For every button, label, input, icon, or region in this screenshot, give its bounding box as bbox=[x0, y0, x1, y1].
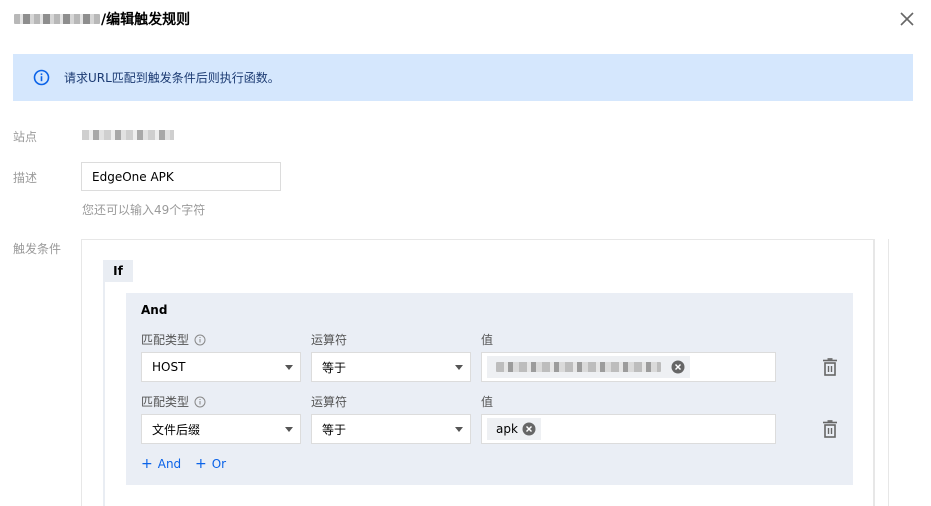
help-icon[interactable] bbox=[194, 396, 206, 408]
match-type-value: 文件后缀 bbox=[152, 422, 201, 437]
match-type-select[interactable]: HOST bbox=[141, 352, 301, 382]
value-input[interactable]: apk bbox=[481, 414, 776, 444]
operator-select[interactable]: 等于 bbox=[311, 352, 471, 382]
dialog-title: /编辑触发规则 bbox=[14, 9, 190, 29]
chevron-down-icon bbox=[455, 427, 463, 432]
dialog-title-text: /编辑触发规则 bbox=[101, 12, 191, 28]
delete-icon[interactable] bbox=[822, 358, 838, 376]
redacted-function-name bbox=[14, 14, 100, 24]
and-title: And bbox=[141, 303, 168, 317]
redacted-host bbox=[496, 362, 661, 372]
add-or-label: Or bbox=[211, 457, 227, 471]
remove-chip-icon[interactable] bbox=[522, 422, 536, 436]
value-chip bbox=[487, 356, 690, 378]
desc-label: 描述 bbox=[13, 171, 38, 185]
add-and-button[interactable]: + And bbox=[141, 456, 181, 472]
desc-hint: 您还可以输入49个字符 bbox=[82, 203, 206, 217]
match-type-label: 匹配类型 bbox=[141, 331, 206, 348]
delete-icon[interactable] bbox=[822, 420, 838, 438]
info-icon bbox=[33, 69, 50, 86]
info-alert: 请求URL匹配到触发条件后则执行函数。 bbox=[13, 54, 913, 101]
chevron-down-icon bbox=[285, 427, 293, 432]
value-chip-text: apk bbox=[496, 422, 518, 436]
chevron-down-icon bbox=[455, 365, 463, 370]
value-input[interactable] bbox=[481, 352, 776, 382]
add-or-button[interactable]: + Or bbox=[195, 456, 226, 472]
operator-label: 运算符 bbox=[311, 395, 348, 409]
operator-select[interactable]: 等于 bbox=[311, 414, 471, 444]
value-label: 值 bbox=[481, 333, 494, 347]
trigger-label: 触发条件 bbox=[13, 242, 62, 256]
value-chip: apk bbox=[487, 418, 541, 440]
chevron-down-icon bbox=[285, 365, 293, 370]
site-label: 站点 bbox=[13, 130, 38, 144]
if-tag: If bbox=[103, 260, 133, 282]
match-type-label-text: 匹配类型 bbox=[141, 395, 190, 409]
operator-label: 运算符 bbox=[311, 333, 348, 347]
match-type-label: 匹配类型 bbox=[141, 393, 206, 410]
plus-icon: + bbox=[141, 456, 153, 472]
condition-scrollbar[interactable] bbox=[874, 239, 889, 506]
add-and-label: And bbox=[157, 457, 182, 471]
match-type-value: HOST bbox=[152, 360, 186, 374]
operator-value: 等于 bbox=[322, 422, 347, 437]
if-connector bbox=[103, 282, 105, 506]
value-label: 值 bbox=[481, 395, 494, 409]
match-type-select[interactable]: 文件后缀 bbox=[141, 414, 301, 444]
desc-input[interactable] bbox=[81, 162, 281, 191]
plus-icon: + bbox=[195, 456, 207, 472]
help-icon[interactable] bbox=[194, 334, 206, 346]
match-type-label-text: 匹配类型 bbox=[141, 333, 190, 347]
and-group: And 匹配类型 运算符 值 HOST 等于 匹配类型 运算符 值 文件后缀 等… bbox=[126, 293, 853, 485]
operator-value: 等于 bbox=[322, 360, 347, 375]
remove-chip-icon[interactable] bbox=[671, 360, 685, 374]
site-value-redacted bbox=[82, 130, 174, 140]
alert-message: 请求URL匹配到触发条件后则执行函数。 bbox=[64, 71, 280, 85]
close-icon[interactable] bbox=[898, 10, 916, 28]
